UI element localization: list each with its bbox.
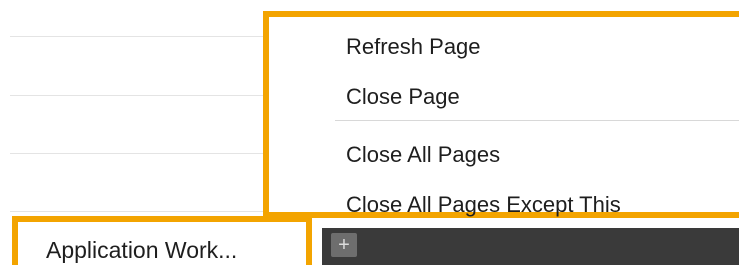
list-divider — [10, 95, 268, 96]
menu-item-label: Close All Pages — [346, 142, 501, 167]
menu-item-close-page[interactable]: Close Page — [269, 71, 739, 121]
menu-item-refresh-page[interactable]: Refresh Page — [269, 21, 739, 71]
context-menu: Refresh Page Close Page Close All Pages … — [263, 11, 739, 218]
tab-application-work[interactable]: Application Work... — [12, 216, 312, 265]
tab-label: Application Work... — [46, 237, 238, 263]
list-divider — [10, 36, 268, 37]
list-divider — [10, 153, 268, 154]
menu-item-label: Close All Pages Except This — [346, 192, 621, 217]
plus-icon: + — [338, 234, 350, 256]
menu-item-close-all-pages-except-this[interactable]: Close All Pages Except This — [269, 179, 739, 229]
menu-item-label: Close Page — [346, 84, 460, 109]
menu-separator — [335, 120, 739, 121]
menu-item-label: Refresh Page — [346, 34, 481, 59]
add-tab-button[interactable]: + — [331, 233, 357, 257]
list-divider — [10, 211, 268, 212]
tab-bar-background — [322, 228, 739, 265]
menu-item-close-all-pages[interactable]: Close All Pages — [269, 129, 739, 179]
